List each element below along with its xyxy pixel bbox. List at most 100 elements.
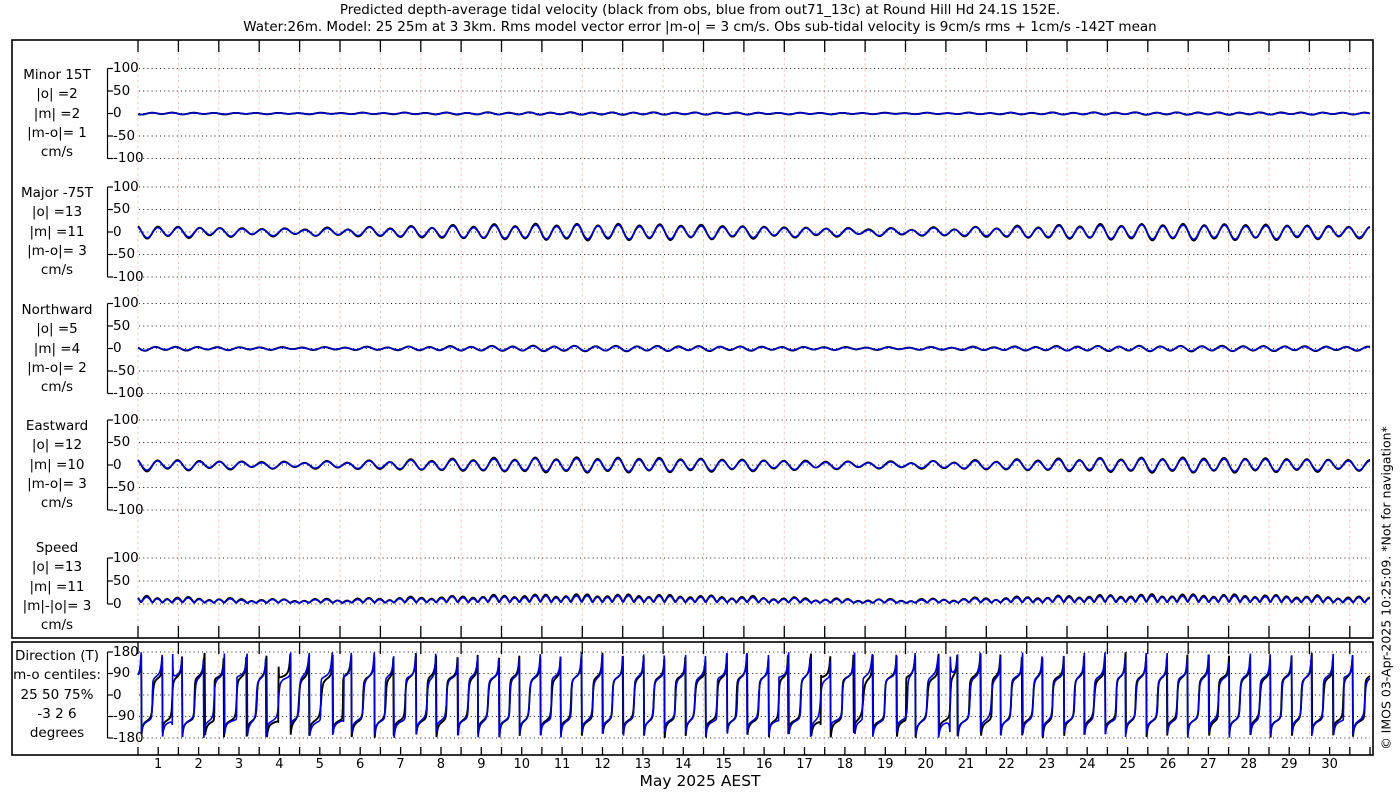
- panel-label-eastward: Eastward |o| =12 |m| =10 |m-o|= 3 cm/s: [6, 417, 108, 513]
- y-tick-label: -180: [113, 729, 144, 746]
- x-tick-label: 3: [234, 757, 244, 772]
- x-tick-label: 11: [553, 757, 571, 772]
- y-tick-label: 0: [113, 456, 122, 473]
- x-tick-label: 30: [1321, 757, 1338, 772]
- x-axis-label: May 2025 AEST: [639, 772, 761, 790]
- x-tick-label: 14: [675, 757, 692, 772]
- northward-velocity-model-line: [137, 345, 1371, 352]
- obs-rms: |o| =5: [36, 321, 78, 338]
- panel-title: Direction (T): [14, 648, 100, 664]
- panel-title: Northward: [21, 302, 93, 318]
- y-tick-label: 100: [113, 295, 139, 311]
- y-tick-label: -50: [113, 362, 136, 379]
- obs-rms: |o| =13: [31, 204, 83, 221]
- units-label: cm/s: [40, 379, 74, 396]
- model-rms: |m| =4: [33, 340, 81, 357]
- units-label: cm/s: [40, 495, 74, 512]
- y-tick-label: 100: [113, 178, 139, 195]
- y-tick-label: -100: [113, 385, 144, 401]
- x-tick-label: 1: [154, 757, 163, 772]
- panel-label-direction: Direction (T) m-o centiles: 25 50 75% -3…: [6, 647, 108, 743]
- y-tick-label: -100: [113, 501, 144, 518]
- y-tick-label: -50: [113, 246, 136, 262]
- units-label: cm/s: [40, 144, 74, 161]
- error-rms: |m-o|= 1: [27, 124, 87, 141]
- tidal-velocity-figure: Predicted depth-average tidal velocity (…: [0, 0, 1400, 800]
- x-tick-label: 18: [836, 757, 854, 772]
- y-tick-label: 50: [113, 201, 131, 217]
- centile-values: -3 2 6: [37, 705, 77, 722]
- y-tick-label: 90: [113, 665, 131, 681]
- panel-title: Minor 15T: [23, 67, 91, 83]
- x-tick-label: 28: [1240, 757, 1258, 772]
- x-tick-label: 25: [1119, 757, 1136, 772]
- x-tick-label: 7: [396, 757, 405, 772]
- panel-title: Eastward: [25, 418, 89, 434]
- y-tick-label: 100: [113, 411, 139, 428]
- x-tick-label: 27: [1200, 757, 1217, 772]
- x-tick-label: 24: [1078, 757, 1096, 772]
- y-tick-label: 50: [113, 572, 131, 589]
- y-tick-label: 0: [113, 105, 122, 121]
- x-tick-label: 13: [634, 757, 652, 772]
- y-tick-label: 100: [113, 549, 139, 566]
- plot-canvas: [11, 39, 1374, 756]
- upper-panels-frame: [11, 39, 1374, 639]
- x-tick-label: 15: [715, 757, 732, 772]
- x-tick-label: 8: [436, 757, 446, 772]
- error-rms: |m|-|o|= 3: [22, 597, 92, 614]
- units-label: cm/s: [40, 262, 74, 279]
- obs-rms: |o| =2: [36, 86, 78, 103]
- panel-label-minor: Minor 15T |o| =2 |m| =2 |m-o|= 1 cm/s: [6, 66, 108, 162]
- y-tick-label: 50: [113, 434, 131, 450]
- x-tick-label: 10: [513, 757, 530, 772]
- panel-label-northward: Northward |o| =5 |m| =4 |m-o|= 2 cm/s: [6, 301, 108, 397]
- y-tick-label: 100: [113, 60, 139, 76]
- y-tick-label: -100: [113, 268, 144, 285]
- panel-label-speed: Speed |o| =13 |m| =11 |m|-|o|= 3 cm/s: [6, 539, 108, 635]
- y-tick-label: -90: [113, 708, 136, 724]
- x-tick-label: 20: [917, 757, 934, 772]
- x-tick-label: 29: [1280, 757, 1298, 772]
- x-tick-label: 26: [1159, 757, 1177, 772]
- obs-rms: |o| =12: [31, 437, 83, 454]
- y-tick-label: 0: [113, 223, 122, 240]
- panel-title: Major -75T: [20, 185, 94, 201]
- x-tick-label: 9: [477, 757, 486, 772]
- minor-axis-velocity-model-line: [137, 111, 1370, 116]
- centiles-caption: m-o centiles:: [13, 667, 101, 684]
- x-tick-label: 22: [998, 757, 1015, 772]
- error-rms: |m-o|= 2: [27, 359, 87, 376]
- x-tick-label: 6: [356, 757, 365, 772]
- y-tick-label: -50: [113, 127, 136, 144]
- units-label: cm/s: [40, 617, 74, 634]
- x-tick-label: 17: [796, 757, 813, 772]
- error-rms: |m-o|= 3: [27, 475, 87, 492]
- y-tick-label: 180: [113, 643, 139, 660]
- model-rms: |m| =11: [29, 223, 85, 240]
- y-tick-label: 50: [113, 317, 131, 334]
- model-rms: |m| =2: [33, 105, 81, 122]
- x-tick-label: 12: [594, 757, 611, 772]
- x-tick-label: 5: [315, 757, 324, 772]
- error-rms: |m-o|= 3: [27, 242, 87, 259]
- x-tick-label: 19: [876, 757, 894, 772]
- x-tick-label: 4: [275, 757, 284, 772]
- y-tick-label: 0: [113, 595, 122, 612]
- imos-watermark: © IMOS 03-Apr-2025 10:25:09. *Not for na…: [1378, 426, 1394, 750]
- y-tick-label: 0: [113, 686, 122, 703]
- y-tick-label: -100: [113, 150, 144, 166]
- y-tick-label: -50: [113, 479, 136, 495]
- x-tick-label: 23: [1038, 757, 1056, 772]
- panel-title: Speed: [35, 540, 79, 556]
- x-tick-label: 16: [755, 757, 773, 772]
- y-tick-label: 50: [113, 82, 131, 99]
- panel-label-major: Major -75T |o| =13 |m| =11 |m-o|= 3 cm/s: [6, 184, 108, 280]
- model-rms: |m| =10: [29, 456, 85, 473]
- x-tick-label: 2: [194, 757, 203, 772]
- model-rms: |m| =11: [29, 578, 85, 595]
- centile-levels: 25 50 75%: [20, 686, 94, 703]
- y-tick-label: 0: [113, 340, 122, 356]
- x-tick-label: 21: [957, 757, 975, 772]
- obs-rms: |o| =13: [31, 559, 83, 576]
